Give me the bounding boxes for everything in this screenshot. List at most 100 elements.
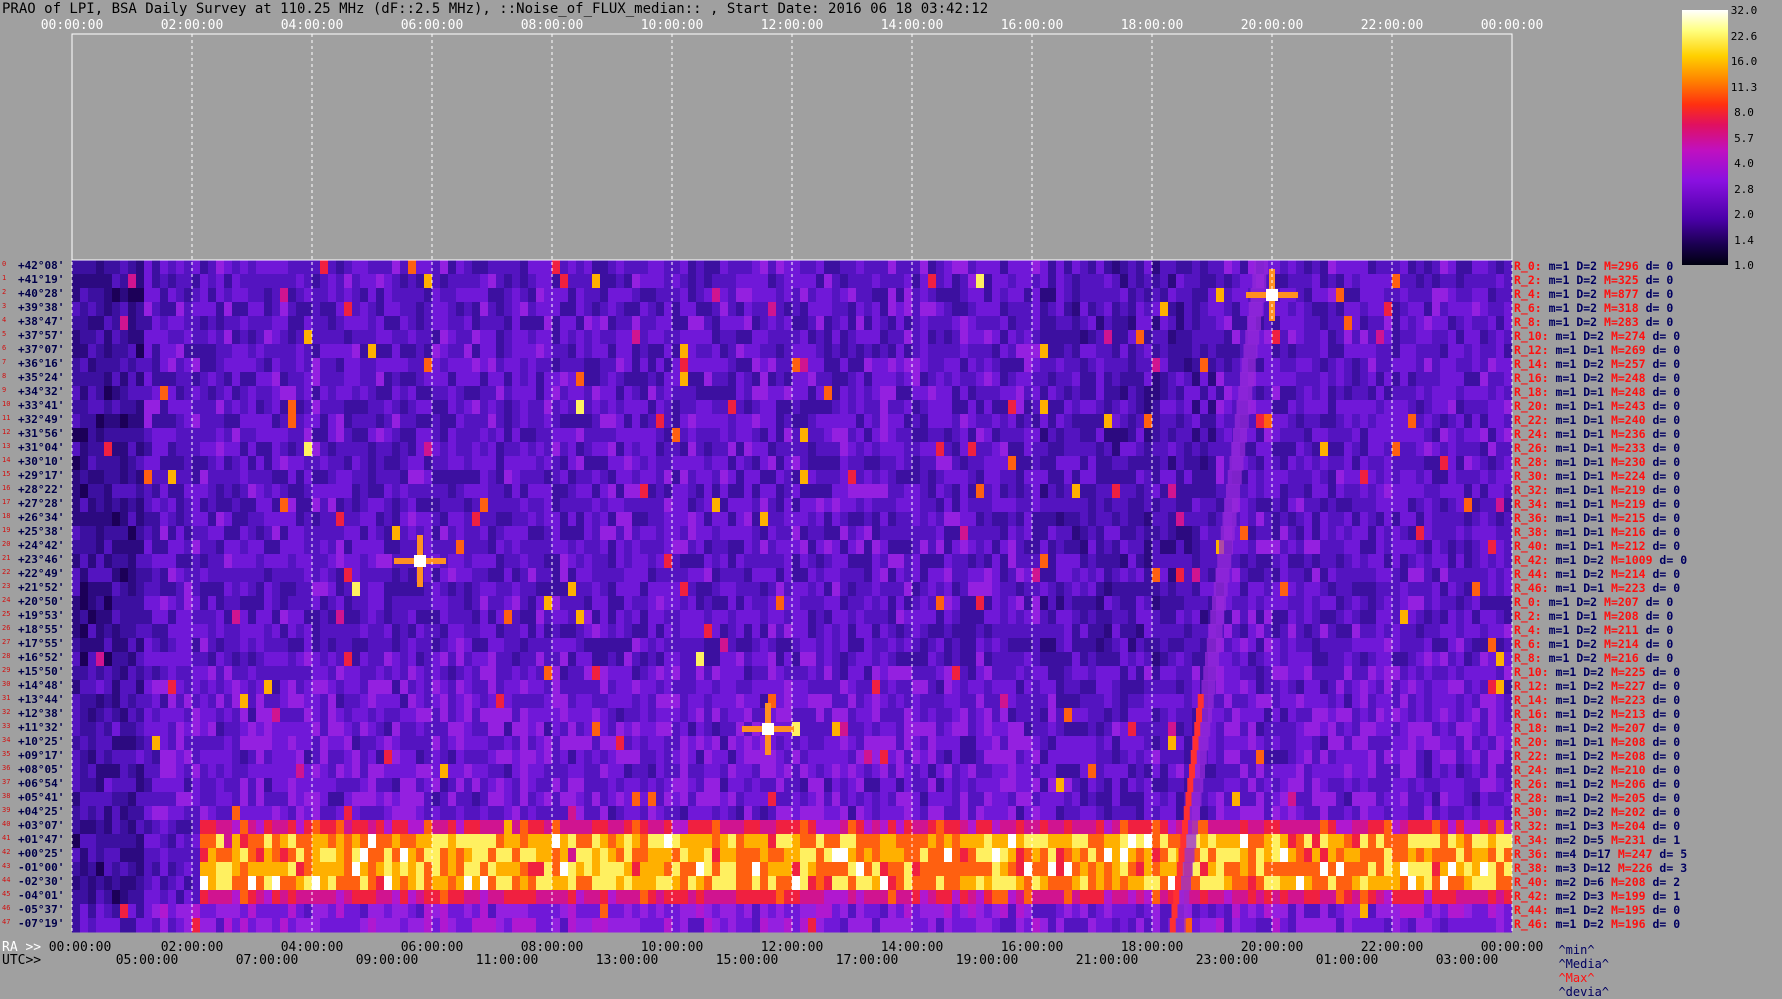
heatmap-cell: [296, 484, 304, 499]
heatmap-cell: [640, 568, 648, 583]
heatmap-cell: [536, 400, 544, 415]
heatmap-cell: [552, 470, 560, 485]
heatmap-cell: [1472, 400, 1480, 415]
heatmap-cell: [688, 316, 696, 331]
heatmap-cell: [184, 624, 192, 639]
heatmap-cell: [224, 610, 232, 625]
heatmap-cell: [376, 498, 384, 513]
heatmap-cell: [1056, 470, 1064, 485]
heatmap-cell: [712, 610, 720, 625]
heatmap-cell: [1032, 638, 1040, 653]
heatmap-cell: [448, 456, 456, 471]
heatmap-cell: [72, 498, 80, 513]
heatmap-cell: [584, 610, 592, 625]
heatmap-cell: [1264, 540, 1272, 555]
heatmap-cell: [72, 554, 80, 569]
heatmap-cell: [552, 330, 560, 345]
heatmap-cell: [1320, 610, 1328, 625]
heatmap-cell: [904, 358, 912, 373]
heatmap-cell: [328, 498, 336, 513]
heatmap-cell: [560, 316, 568, 331]
heatmap-cell: [712, 484, 720, 499]
heatmap-cell: [520, 274, 528, 289]
heatmap-cell: [1480, 372, 1488, 387]
heatmap-cell: [552, 582, 560, 597]
heatmap-cell: [736, 484, 744, 499]
heatmap-cell: [168, 554, 176, 569]
heatmap-cell: [1080, 484, 1088, 499]
heatmap-cell: [128, 470, 136, 485]
heatmap-cell: [1224, 316, 1232, 331]
heatmap-cell: [512, 442, 520, 457]
heatmap-cell: [416, 442, 424, 457]
heatmap-cell: [528, 512, 536, 527]
heatmap-cell: [344, 596, 352, 611]
heatmap-cell: [1288, 414, 1296, 429]
heatmap-cell: [104, 470, 112, 485]
heatmap-cell: [136, 624, 144, 639]
heatmap-cell: [752, 372, 760, 387]
heatmap-cell: [720, 582, 728, 597]
heatmap-cell: [1368, 568, 1376, 583]
heatmap-cell: [1152, 498, 1160, 513]
heatmap-cell: [320, 400, 328, 415]
heatmap-cell: [1488, 526, 1496, 541]
heatmap-cell: [1032, 344, 1040, 359]
heatmap-cell: [320, 372, 328, 387]
heatmap-cell: [624, 568, 632, 583]
heatmap-cell: [280, 260, 288, 275]
heatmap-cell: [1328, 442, 1336, 457]
heatmap-cell: [152, 568, 160, 583]
heatmap-cell: [728, 358, 736, 373]
heatmap-cell: [928, 330, 936, 345]
heatmap-cell: [1000, 610, 1008, 625]
heatmap-cell: [152, 260, 160, 275]
heatmap-cell: [1480, 274, 1488, 289]
heatmap-cell: [120, 484, 128, 499]
heatmap-cell: [1008, 540, 1016, 555]
heatmap-cell: [1304, 302, 1312, 317]
heatmap-cell: [216, 582, 224, 597]
heatmap-cell: [680, 554, 688, 569]
heatmap-cell: [784, 344, 792, 359]
heatmap-cell: [712, 456, 720, 471]
heatmap-cell: [656, 302, 664, 317]
heatmap-cell: [440, 638, 448, 653]
heatmap-cell: [1320, 498, 1328, 513]
heatmap-cell: [1432, 526, 1440, 541]
heatmap-cell: [728, 316, 736, 331]
heatmap-cell: [1456, 568, 1464, 583]
heatmap-cell: [1032, 596, 1040, 611]
heatmap-cell: [200, 372, 208, 387]
heatmap-cell: [280, 484, 288, 499]
heatmap-cell: [840, 372, 848, 387]
heatmap-cell: [832, 610, 840, 625]
heatmap-cell: [96, 442, 104, 457]
heatmap-cell: [1040, 610, 1048, 625]
heatmap-cell: [240, 428, 248, 443]
heatmap-cell: [960, 302, 968, 317]
heatmap-cell: [1056, 568, 1064, 583]
heatmap-cell: [624, 596, 632, 611]
heatmap-cell: [824, 428, 832, 443]
heatmap-cell: [1440, 316, 1448, 331]
heatmap-cell: [304, 456, 312, 471]
heatmap-cell: [584, 302, 592, 317]
heatmap-cell: [656, 260, 664, 275]
heatmap-cell: [1232, 260, 1240, 275]
heatmap-cell: [472, 638, 480, 653]
heatmap-cell: [728, 386, 736, 401]
heatmap-cell: [1056, 498, 1064, 513]
heatmap-cell: [408, 260, 416, 275]
heatmap-cell: [432, 330, 440, 345]
heatmap-cell: [256, 400, 264, 415]
heatmap-cell: [792, 288, 800, 303]
heatmap-cell: [464, 316, 472, 331]
heatmap-cell: [1056, 386, 1064, 401]
heatmap-cell: [752, 582, 760, 597]
heatmap-cell: [1128, 428, 1136, 443]
heatmap-cell: [1128, 596, 1136, 611]
heatmap-cell: [1352, 386, 1360, 401]
heatmap-cell: [112, 302, 120, 317]
heatmap-cell: [208, 582, 216, 597]
